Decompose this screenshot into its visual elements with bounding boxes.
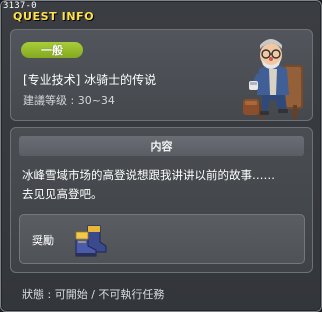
quest-description-line: 去见见高登吧。 bbox=[22, 187, 103, 201]
quest-info-window: 3137-0 QUEST INFO 一般 [专业技术] 冰骑士的传说 建議等级 … bbox=[0, 0, 322, 312]
quest-description-line: 冰峰雪域市场的高登说想跟我讲讲以前的故事…… bbox=[22, 168, 275, 182]
quest-description: 冰峰雪域市场的高登说想跟我讲讲以前的故事…… 去见见高登吧。 bbox=[22, 166, 307, 204]
boots-icon[interactable] bbox=[70, 220, 110, 260]
window-title: QUEST INFO bbox=[13, 10, 95, 23]
category-badge: 一般 bbox=[21, 42, 83, 58]
reward-label: 奨勵 bbox=[32, 234, 54, 247]
content-header: 内容 bbox=[19, 136, 304, 156]
level-requirement: 建議等级 : 30~34 bbox=[23, 94, 115, 107]
quest-status: 狀態 : 可開始 / 不可執行任務 bbox=[22, 288, 165, 301]
reward-box: 奨勵 bbox=[19, 214, 305, 264]
old-man-npc-icon bbox=[243, 39, 303, 119]
quest-content-panel: 内容 冰峰雪域市场的高登说想跟我讲讲以前的故事…… 去见见高登吧。 奨勵 bbox=[10, 127, 313, 273]
quest-summary-panel: 一般 [专业技术] 冰骑士的传说 建議等级 : 30~34 bbox=[10, 29, 313, 121]
quest-name: [专业技术] 冰骑士的传说 bbox=[23, 73, 157, 87]
